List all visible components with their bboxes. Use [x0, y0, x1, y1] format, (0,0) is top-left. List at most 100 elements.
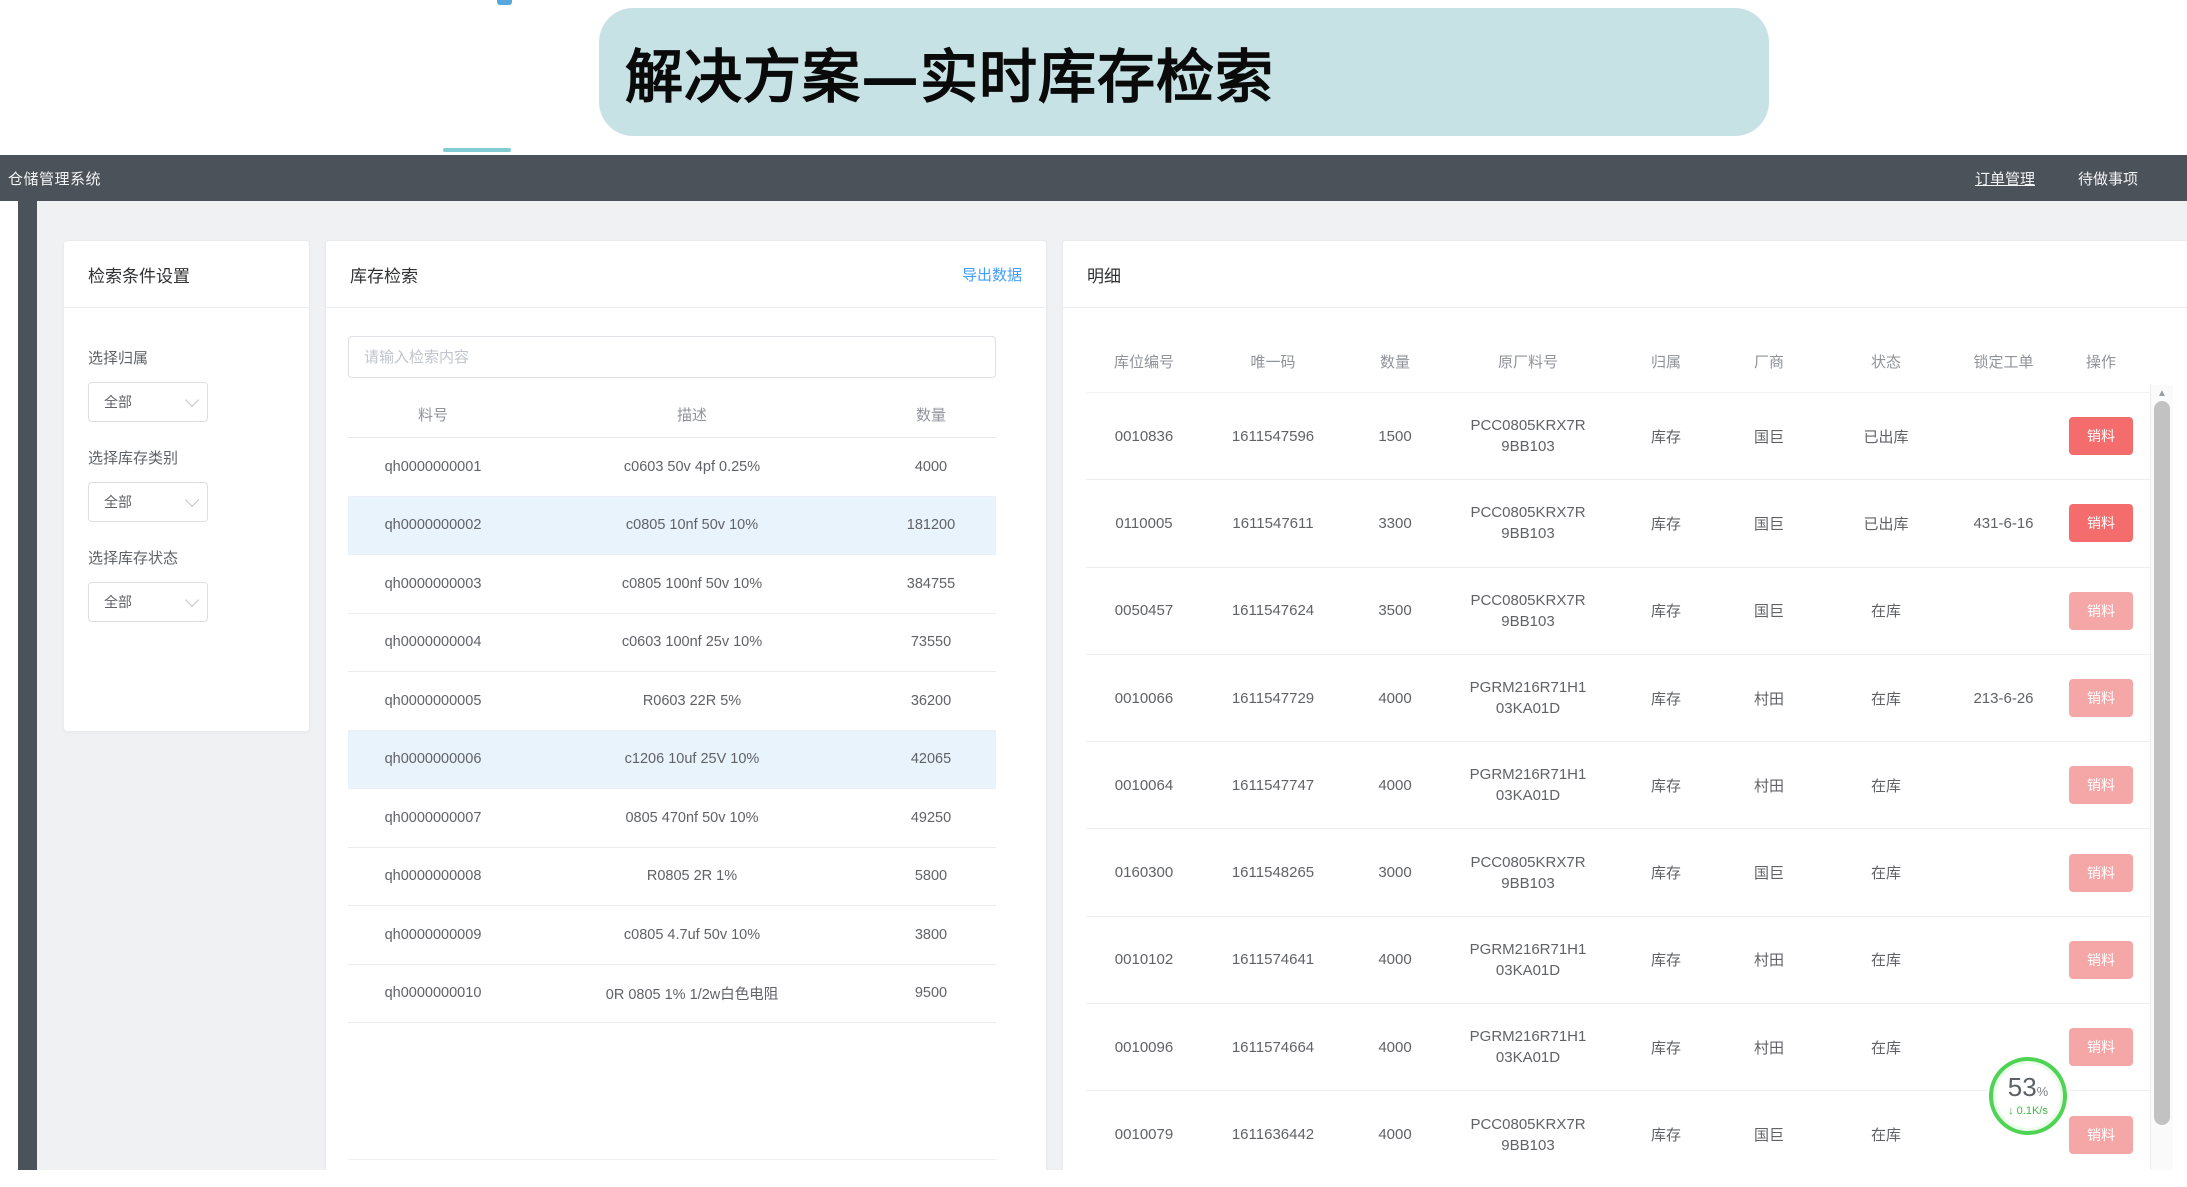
inventory-table-row[interactable]: qh0000000008R0805 2R 1%5800: [348, 848, 996, 907]
chevron-down-icon: [185, 493, 199, 507]
cell-part_no: qh0000000008: [348, 868, 518, 884]
cell-action: 销料: [2051, 854, 2151, 892]
detail-table-body: 001083616115475961500PCC0805KRX7R9BB103库…: [1086, 393, 2151, 1179]
owner-filter-label: 选择归属: [88, 347, 289, 368]
download-percent: 53%: [2008, 1075, 2048, 1104]
cell-qty: 4000: [1344, 1126, 1446, 1143]
nav-links: 订单管理 待做事项: [1975, 155, 2138, 201]
scrap-material-button[interactable]: 销料: [2069, 592, 2133, 630]
owner-select[interactable]: 全部: [88, 382, 208, 422]
cell-qty: 73550: [866, 634, 996, 650]
column-header: 归属: [1610, 351, 1722, 372]
cell-bin: 0010066: [1086, 690, 1202, 707]
cell-desc: c0603 50v 4pf 0.25%: [518, 459, 866, 475]
cell-uid: 1611574664: [1202, 1039, 1344, 1056]
detail-panel: 明细 库位编号 唯一码 数量 原厂料号 归属 厂商 状态 锁定工单 操作 001…: [1062, 240, 2187, 1170]
cell-vendor: 村田: [1722, 949, 1816, 970]
cell-vendor: 国巨: [1722, 426, 1816, 447]
cell-uid: 1611547596: [1202, 428, 1344, 445]
category-filter-label: 选择库存类别: [88, 447, 289, 468]
scrap-material-button[interactable]: 销料: [2069, 417, 2133, 455]
cell-lock: 431-6-16: [1956, 515, 2051, 532]
cell-status: 在库: [1816, 688, 1956, 709]
cell-qty: 3000: [1344, 864, 1446, 881]
scrollbar-thumb[interactable]: [2154, 401, 2170, 1125]
category-select-value: 全部: [104, 492, 132, 512]
cell-bin: 0110005: [1086, 515, 1202, 532]
cell-vendor: 国巨: [1722, 600, 1816, 621]
status-select-value: 全部: [104, 592, 132, 612]
scrap-material-button[interactable]: 销料: [2069, 679, 2133, 717]
cell-status: 在库: [1816, 949, 1956, 970]
filter-panel-header: 检索条件设置: [64, 241, 309, 308]
inventory-table-row[interactable]: qh0000000002c0805 10nf 50v 10%181200: [348, 497, 996, 556]
nav-link-todo-items[interactable]: 待做事项: [2078, 168, 2138, 189]
cell-vendor: 村田: [1722, 688, 1816, 709]
column-header: 唯一码: [1202, 351, 1344, 372]
download-progress-badge[interactable]: 53% ↓ 0.1K/s: [1989, 1057, 2067, 1135]
cell-uid: 1611547624: [1202, 602, 1344, 619]
clipped-blue-artifact: [497, 0, 512, 5]
inventory-table-row[interactable]: qh0000000004c0603 100nf 25v 10%73550: [348, 614, 996, 673]
detail-table-header: 库位编号 唯一码 数量 原厂料号 归属 厂商 状态 锁定工单 操作: [1086, 308, 2151, 393]
owner-select-value: 全部: [104, 392, 132, 412]
cell-bin: 0160300: [1086, 864, 1202, 881]
scrap-material-button[interactable]: 销料: [2069, 766, 2133, 804]
inventory-table-row[interactable]: qh0000000009c0805 4.7uf 50v 10%3800: [348, 906, 996, 965]
scrap-material-button[interactable]: 销料: [2069, 941, 2133, 979]
cell-status: 在库: [1816, 775, 1956, 796]
cell-mpn: PGRM216R71H103KA01D: [1446, 1026, 1610, 1068]
cell-owner: 库存: [1610, 1037, 1722, 1058]
category-select[interactable]: 全部: [88, 482, 208, 522]
cell-part_no: qh0000000004: [348, 634, 518, 650]
detail-table-row: 001083616115475961500PCC0805KRX7R9BB103库…: [1086, 393, 2151, 480]
cell-qty: 3300: [1344, 515, 1446, 532]
cell-mpn: PCC0805KRX7R9BB103: [1446, 852, 1610, 894]
column-header: 原厂料号: [1446, 351, 1610, 372]
cell-uid: 1611574641: [1202, 951, 1344, 968]
filter-panel-title: 检索条件设置: [88, 262, 190, 287]
cell-qty: 181200: [866, 517, 996, 533]
cell-bin: 0010836: [1086, 428, 1202, 445]
inventory-table-row[interactable]: qh00000000070805 470nf 50v 10%49250: [348, 789, 996, 848]
column-header: 描述: [518, 404, 866, 425]
inventory-table-row[interactable]: qh0000000006c1206 10uf 25V 10%42065: [348, 731, 996, 790]
scrollbar-up-arrow-icon[interactable]: ▲: [2151, 386, 2173, 401]
scrap-material-button[interactable]: 销料: [2069, 854, 2133, 892]
cell-qty: 42065: [866, 751, 996, 767]
scrap-material-button[interactable]: 销料: [2069, 1028, 2133, 1066]
cell-action: 销料: [2051, 504, 2151, 542]
top-navbar: 仓储管理系统 订单管理 待做事项: [0, 155, 2187, 201]
inventory-table-row[interactable]: qh00000000100R 0805 1% 1/2w白色电阻9500: [348, 965, 996, 1024]
inventory-table-header: 料号 描述 数量: [348, 391, 996, 438]
page-bottom-strip: [0, 1170, 2187, 1187]
cell-qty: 4000: [866, 459, 996, 475]
search-input[interactable]: [348, 336, 996, 378]
inventory-search-panel: 库存检索 导出数据 料号 描述 数量 qh0000000001c0603 50v…: [325, 240, 1047, 1170]
cell-part_no: qh0000000003: [348, 576, 518, 592]
column-header: 状态: [1816, 351, 1956, 372]
detail-table-row: 001010216115746414000PGRM216R71H103KA01D…: [1086, 917, 2151, 1004]
nav-link-order-management[interactable]: 订单管理: [1975, 168, 2035, 189]
cell-bin: 0010096: [1086, 1039, 1202, 1056]
table-bottom-divider: [348, 1159, 997, 1160]
inventory-table-row[interactable]: qh0000000005R0603 22R 5%36200: [348, 672, 996, 731]
cell-action: 销料: [2051, 766, 2151, 804]
cell-status: 已出库: [1816, 426, 1956, 447]
column-header: 数量: [866, 404, 996, 425]
export-data-link[interactable]: 导出数据: [962, 264, 1022, 285]
app-brand: 仓储管理系统: [8, 155, 101, 201]
inventory-table-row[interactable]: qh0000000001c0603 50v 4pf 0.25%4000: [348, 438, 996, 497]
scrap-material-button[interactable]: 销料: [2069, 1116, 2133, 1154]
cell-vendor: 村田: [1722, 1037, 1816, 1058]
scrap-material-button[interactable]: 销料: [2069, 504, 2133, 542]
cell-desc: c0805 4.7uf 50v 10%: [518, 927, 866, 943]
column-header: 数量: [1344, 351, 1446, 372]
cell-bin: 0010102: [1086, 951, 1202, 968]
inventory-panel-header: 库存检索 导出数据: [326, 241, 1046, 308]
cell-desc: R0603 22R 5%: [518, 693, 866, 709]
filter-panel-body: 选择归属 全部 选择库存类别 全部 选择库存状态 全部: [64, 308, 309, 622]
inventory-table-row[interactable]: qh0000000003c0805 100nf 50v 10%384755: [348, 555, 996, 614]
cell-qty: 3800: [866, 927, 996, 943]
status-select[interactable]: 全部: [88, 582, 208, 622]
